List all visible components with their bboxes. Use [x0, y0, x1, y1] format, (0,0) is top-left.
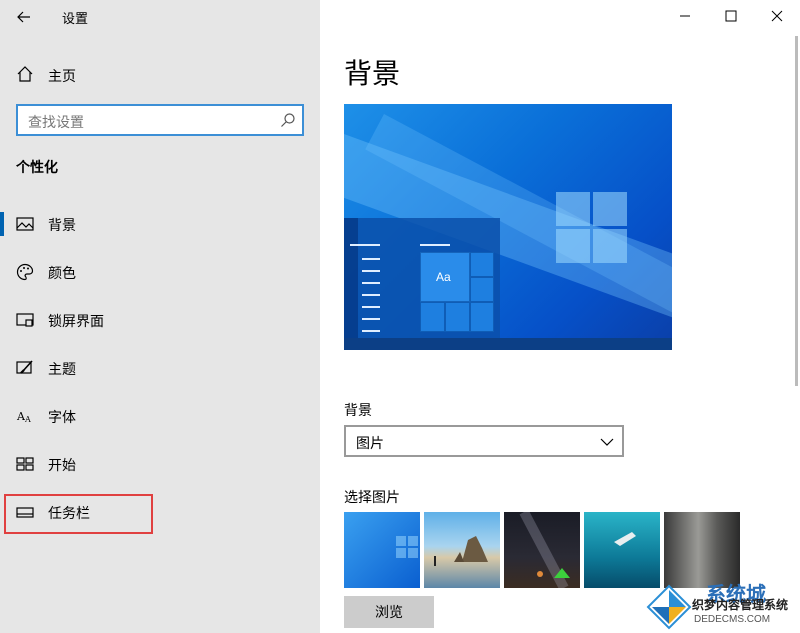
sidebar-item-label: 主题: [48, 361, 76, 377]
preview-taskbar: [344, 338, 672, 350]
svg-text:A: A: [24, 415, 31, 424]
watermark-logo-icon: [646, 584, 692, 630]
sidebar-item-label: 字体: [48, 409, 76, 425]
maximize-button[interactable]: [708, 0, 754, 32]
windows-logo: [556, 192, 628, 264]
app-title: 设置: [62, 11, 89, 26]
search-placeholder: 查找设置: [28, 114, 84, 130]
section-title: 个性化: [16, 159, 58, 175]
thumbnail-rock-cliff[interactable]: [664, 512, 740, 588]
thumbnail-night-sky-tent[interactable]: [504, 509, 580, 591]
dropdown-value: 图片: [356, 435, 384, 451]
theme-brush-icon: [16, 360, 33, 374]
thumbnail-underwater-swimmer[interactable]: [584, 512, 660, 588]
sidebar-item-label: 开始: [48, 457, 76, 473]
sidebar: 设置 主页 查找设置 个性化 背景 颜色 锁屏界面 主题 AA 字体 开始 任务…: [0, 0, 320, 633]
settings-window: 设置 主页 查找设置 个性化 背景 颜色 锁屏界面 主题 AA 字体 开始 任务…: [0, 0, 800, 633]
close-icon: [771, 10, 783, 22]
back-arrow-icon: [17, 11, 30, 23]
watermark-line2: DEDECMS.COM: [694, 614, 771, 625]
sidebar-item-background[interactable]: 背景: [0, 206, 320, 242]
background-label: 背景: [344, 402, 372, 418]
sidebar-item-lock-screen[interactable]: 锁屏界面: [0, 302, 320, 338]
sidebar-item-label: 锁屏界面: [48, 313, 104, 329]
sidebar-item-start[interactable]: 开始: [0, 446, 320, 482]
sidebar-item-label: 背景: [48, 217, 76, 233]
preview-sample-text: Aa: [436, 270, 451, 284]
close-button[interactable]: [754, 0, 800, 32]
chevron-down-icon: [600, 438, 614, 446]
sidebar-item-label: 颜色: [48, 265, 76, 281]
choose-picture-label: 选择图片: [344, 489, 400, 505]
sidebar-item-theme[interactable]: 主题: [0, 350, 320, 386]
font-icon: AA: [16, 410, 31, 424]
watermark-line1: 织梦内容管理系统: [692, 598, 789, 612]
taskbar-highlight-box: [4, 494, 153, 534]
sidebar-item-color[interactable]: 颜色: [0, 254, 320, 290]
nav-home-label: 主页: [48, 68, 76, 84]
scrollbar[interactable]: [795, 36, 798, 386]
home-icon: [17, 66, 33, 82]
desktop-preview: Aa: [344, 104, 672, 350]
maximize-icon: [725, 10, 737, 22]
picture-icon: [16, 217, 34, 231]
nav-home[interactable]: 主页: [0, 60, 320, 88]
back-button[interactable]: [10, 4, 38, 30]
main-content: 背景 Aa 背景 图片 选择图片 浏览: [320, 0, 800, 633]
sidebar-item-fonts[interactable]: AA 字体: [0, 398, 320, 434]
start-grid-icon: [16, 457, 34, 471]
search-icon: [281, 113, 295, 127]
minimize-button[interactable]: [662, 0, 708, 32]
palette-icon: [16, 263, 34, 281]
thumbnail-beach-rocks[interactable]: [424, 512, 500, 588]
background-type-dropdown[interactable]: 图片: [344, 425, 624, 457]
minimize-icon: [680, 15, 690, 17]
thumbnail-windows-blue[interactable]: [344, 512, 420, 588]
search-input[interactable]: 查找设置: [16, 104, 304, 136]
lock-screen-icon: [16, 313, 34, 327]
browse-button[interactable]: 浏览: [344, 596, 434, 628]
watermark: 系统城 织梦内容管理系统 DEDECMS.COM: [646, 578, 800, 633]
preview-start-menu: Aa: [344, 218, 500, 342]
page-title: 背景: [344, 58, 401, 89]
